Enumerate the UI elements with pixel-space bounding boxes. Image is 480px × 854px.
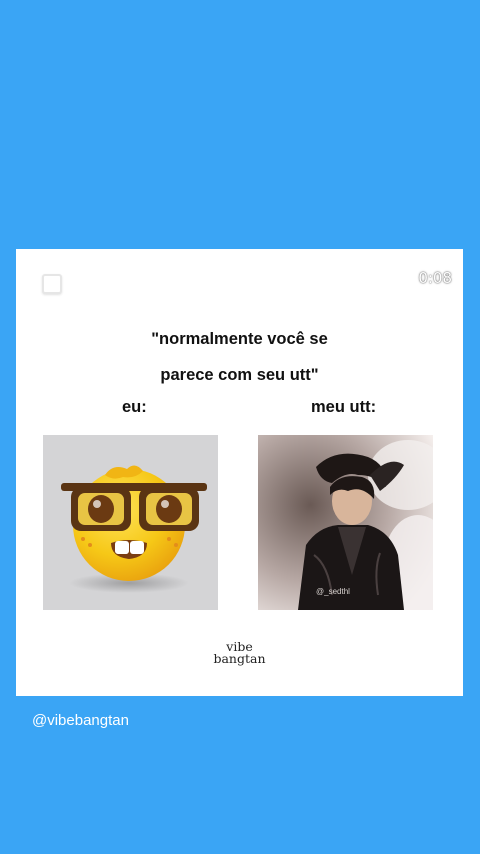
person-photo-icon [258,435,433,610]
checkbox-icon[interactable] [42,274,62,294]
quote-line-2: parece com seu utt" [160,366,319,384]
quote-line-1: "normalmente você se [151,330,328,348]
brand-line-2: bangtan [213,651,266,666]
nerd-face-emoji-icon [61,465,207,593]
right-label: meu utt: [311,398,377,416]
brand-logo: vibe bangtan [16,640,463,666]
account-handle[interactable]: @vibebangtan [32,712,129,729]
post-card: 0:08 "normalmente você se parece com seu… [16,249,463,696]
left-label: eu: [122,398,147,416]
person-photo: @_sedthl [258,435,433,610]
video-timer: 0:08 [418,269,452,287]
nerd-emoji-image [43,435,218,610]
photo-credit: @_sedthl [316,587,350,596]
quote-text: "normalmente você se parece com seu utt" [16,312,463,402]
